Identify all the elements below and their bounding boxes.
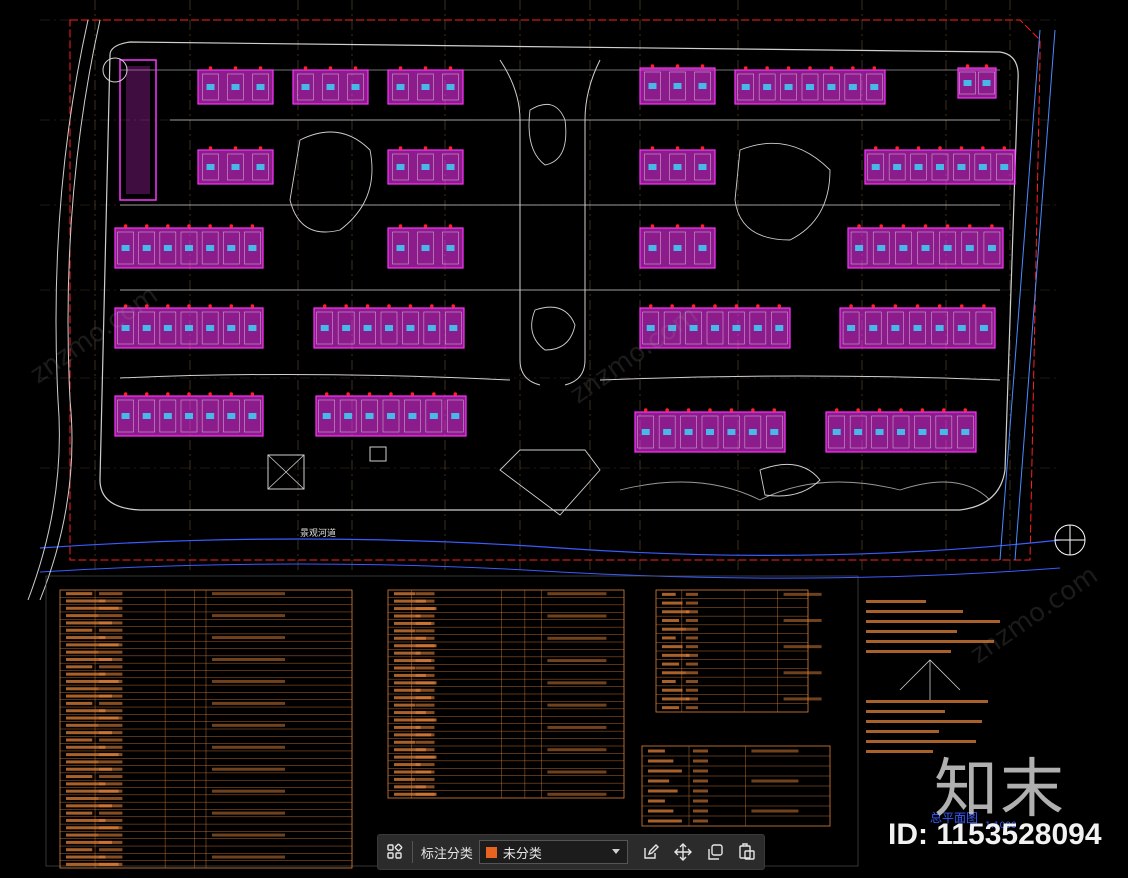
note-line <box>866 650 951 653</box>
building-block <box>292 66 369 105</box>
building-block <box>315 392 467 437</box>
building-block <box>957 64 997 99</box>
building-block <box>387 224 464 269</box>
note-line <box>866 630 957 633</box>
watermark-logo: 知末 <box>934 753 1066 827</box>
note-line <box>866 730 939 733</box>
edit-icon[interactable] <box>640 841 662 863</box>
move-icon[interactable] <box>672 841 694 863</box>
building-block <box>639 146 716 185</box>
building-block <box>387 66 464 105</box>
building-block <box>639 224 716 269</box>
building-block <box>734 66 886 105</box>
note-line <box>866 600 926 603</box>
note-line <box>866 710 945 713</box>
apps-grid-icon[interactable] <box>384 841 406 863</box>
building-block <box>114 392 264 437</box>
copy-icon[interactable] <box>704 841 726 863</box>
building-block <box>197 146 274 185</box>
category-select[interactable]: 未分类 <box>478 840 628 864</box>
note-line <box>866 620 1000 623</box>
note-line <box>866 610 963 613</box>
building-block <box>864 146 1016 185</box>
building-block <box>114 224 264 269</box>
paste-icon[interactable] <box>736 841 758 863</box>
annotation-toolbar: 标注分类 未分类 <box>377 834 765 870</box>
category-value: 未分类 <box>502 846 542 862</box>
chevron-down-icon <box>611 845 621 860</box>
building-block <box>825 408 977 453</box>
building-block <box>847 224 1004 269</box>
classify-label: 标注分类 <box>420 846 473 862</box>
toolbar-divider <box>411 841 413 863</box>
note-line <box>866 720 982 723</box>
category-color-swatch <box>485 846 497 858</box>
watermark-id: ID: 1153528094 <box>888 818 1102 851</box>
building-block <box>839 304 996 349</box>
building-block <box>313 304 465 349</box>
note-line <box>866 750 933 753</box>
building-block <box>387 146 464 185</box>
park-label: 景观河道 <box>300 527 336 539</box>
note-line <box>866 700 988 703</box>
building-block <box>639 64 716 105</box>
building-block <box>634 408 786 453</box>
building-block <box>197 66 274 105</box>
